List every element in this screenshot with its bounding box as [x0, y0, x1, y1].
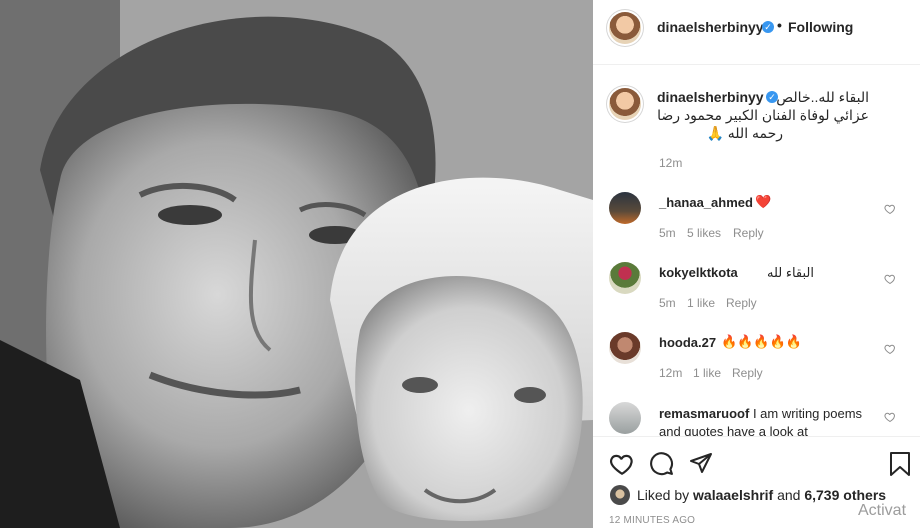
commenter-avatar[interactable]: [609, 332, 641, 364]
caption-line-2: عزائي لوفاة الفنان الكبير محمود رضا: [657, 107, 869, 123]
comment-username[interactable]: kokyelktkota: [659, 265, 738, 280]
comment-text: 🔥🔥🔥🔥🔥: [721, 334, 802, 349]
liked-by-text: Liked by walaaelshrif and 6,739 others: [637, 487, 886, 503]
comment-body: remasmaruoof I am writing poems and quot…: [659, 405, 879, 436]
comment-username[interactable]: remasmaruoof: [659, 406, 749, 421]
comment-likes[interactable]: 5 likes: [687, 226, 721, 240]
reply-button[interactable]: Reply: [733, 226, 764, 240]
comment-time[interactable]: 12m: [659, 366, 682, 380]
post-photo-artwork: [0, 0, 593, 528]
comment-time[interactable]: 5m: [659, 226, 676, 240]
comment-text: البقاء لله: [767, 265, 814, 280]
comment-time[interactable]: 5m: [659, 296, 676, 310]
caption-avatar[interactable]: [609, 88, 641, 120]
caption-line-3: رحمه الله 🙏: [706, 125, 783, 141]
liked-by-others-link[interactable]: 6,739 others: [804, 487, 886, 503]
heart-icon[interactable]: [609, 451, 635, 477]
reply-button[interactable]: Reply: [726, 296, 757, 310]
post-header: dinaelsherbinyy ✓ • Following: [593, 0, 920, 65]
activation-watermark: Activat: [858, 502, 907, 519]
bookmark-icon[interactable]: [889, 451, 911, 477]
comment-text: ❤️: [755, 194, 772, 209]
post-photo[interactable]: [0, 0, 593, 528]
share-icon[interactable]: [689, 451, 713, 475]
heart-icon[interactable]: [884, 411, 896, 423]
reply-button[interactable]: Reply: [732, 366, 763, 380]
header-separator: •: [777, 17, 782, 33]
liked-by-user-link[interactable]: walaaelshrif: [693, 487, 773, 503]
post-timestamp[interactable]: 12 MINUTES AGO: [609, 515, 695, 526]
author-avatar[interactable]: [609, 12, 641, 44]
caption-line-1: البقاء لله..خالص: [776, 89, 869, 105]
comment-item: remasmaruoof I am writing poems and quot…: [593, 400, 920, 436]
heart-icon[interactable]: [884, 273, 896, 285]
caption-username[interactable]: dinaelsherbinyy: [657, 89, 764, 105]
comment-username[interactable]: _hanaa_ahmed: [659, 195, 753, 210]
comment-likes[interactable]: 1 like: [687, 296, 715, 310]
post-panel: dinaelsherbinyy ✓ • Following dinaelsher…: [593, 0, 920, 529]
commenter-avatar[interactable]: [609, 262, 641, 294]
verified-icon: ✓: [762, 21, 774, 33]
heart-icon[interactable]: [884, 343, 896, 355]
commenter-avatar[interactable]: [609, 192, 641, 224]
caption-time[interactable]: 12m: [659, 156, 682, 170]
liker-avatar[interactable]: [610, 485, 630, 505]
commenter-avatar[interactable]: [609, 402, 641, 434]
following-button[interactable]: Following: [788, 19, 853, 35]
header-username[interactable]: dinaelsherbinyy: [657, 19, 764, 35]
liked-by-and: and: [777, 487, 801, 503]
heart-icon[interactable]: [884, 203, 896, 215]
comment-icon[interactable]: [649, 451, 674, 476]
liked-by-prefix: Liked by: [637, 487, 690, 503]
comment-username[interactable]: hooda.27: [659, 335, 716, 350]
comment-likes[interactable]: 1 like: [693, 366, 721, 380]
